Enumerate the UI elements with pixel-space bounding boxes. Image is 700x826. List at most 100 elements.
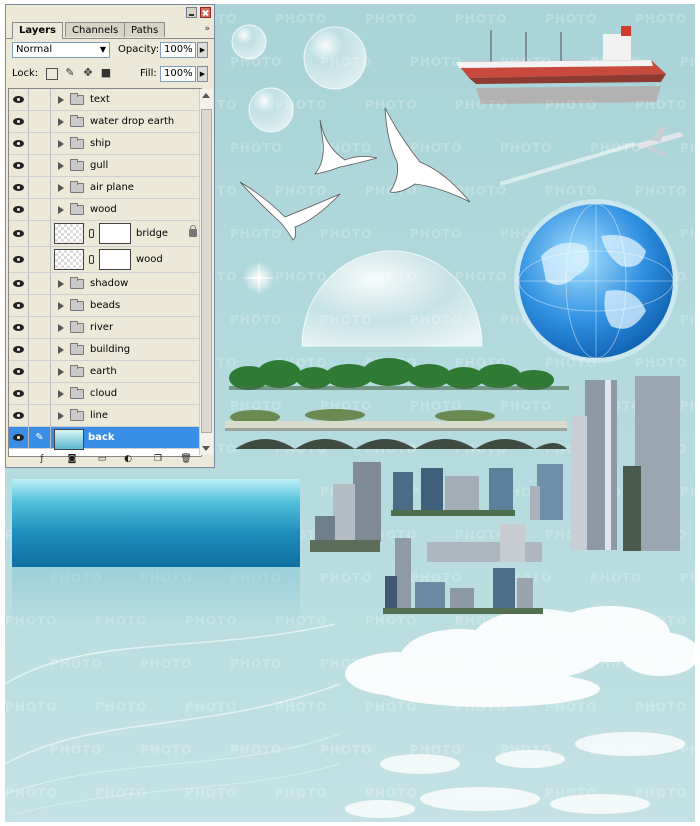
layer-row[interactable]: shadow <box>9 273 201 295</box>
layer-row[interactable]: wood <box>9 199 201 221</box>
opacity-slider-button[interactable]: ▶ <box>197 42 208 58</box>
visibility-eye-icon[interactable] <box>9 317 29 338</box>
visibility-eye-icon[interactable] <box>9 199 29 220</box>
layer-row[interactable]: river <box>9 317 201 339</box>
fx-icon[interactable]: ƒ <box>36 453 48 465</box>
lock-all-icon[interactable]: ■ <box>100 67 112 79</box>
visibility-eye-icon[interactable] <box>9 155 29 176</box>
layer-row[interactable]: ship <box>9 133 201 155</box>
layer-link-cell[interactable] <box>29 133 51 154</box>
expand-triangle-icon[interactable] <box>58 346 64 354</box>
scroll-thumb[interactable] <box>201 109 212 433</box>
layer-row[interactable]: ✎ back <box>9 427 201 450</box>
expand-triangle-icon[interactable] <box>58 162 64 170</box>
fill-input[interactable]: 100% <box>160 66 196 82</box>
minimize-icon[interactable] <box>186 7 197 18</box>
visibility-eye-icon[interactable] <box>9 339 29 360</box>
lock-move-icon[interactable]: ✥ <box>82 67 94 79</box>
visibility-eye-icon[interactable] <box>9 133 29 154</box>
layer-link-cell[interactable] <box>29 247 51 272</box>
layer-row[interactable]: wood <box>9 247 201 273</box>
visibility-eye-icon[interactable] <box>9 89 29 110</box>
close-icon[interactable] <box>200 7 211 18</box>
city-buildings <box>310 376 680 614</box>
layer-row[interactable]: cloud <box>9 383 201 405</box>
expand-triangle-icon[interactable] <box>58 280 64 288</box>
expand-triangle-icon[interactable] <box>58 412 64 420</box>
layer-row[interactable]: water drop earth <box>9 111 201 133</box>
tab-channels[interactable]: Channels <box>65 22 126 37</box>
layer-thumbnail[interactable] <box>54 429 84 450</box>
scroll-down-icon[interactable] <box>202 446 210 451</box>
layer-thumbnail[interactable] <box>54 223 84 244</box>
layer-link-cell[interactable] <box>29 177 51 198</box>
layer-link-cell[interactable] <box>29 273 51 294</box>
adjustment-icon[interactable]: ◐ <box>122 453 134 465</box>
layer-row[interactable]: building <box>9 339 201 361</box>
layer-link-cell[interactable] <box>29 199 51 220</box>
layer-link-cell[interactable] <box>29 221 51 246</box>
folder-icon[interactable]: ▭ <box>96 453 108 465</box>
scroll-up-icon[interactable] <box>202 93 210 98</box>
layer-row[interactable]: bridge <box>9 221 201 247</box>
layer-thumbnail[interactable] <box>54 249 84 270</box>
layer-link-cell[interactable] <box>29 155 51 176</box>
visibility-eye-icon[interactable] <box>9 273 29 294</box>
cargo-ship <box>456 26 666 104</box>
layer-link-cell[interactable] <box>29 295 51 316</box>
layer-link-cell[interactable] <box>29 383 51 404</box>
layer-row[interactable]: air plane <box>9 177 201 199</box>
layer-link-cell[interactable] <box>29 111 51 132</box>
expand-triangle-icon[interactable] <box>58 184 64 192</box>
expand-triangle-icon[interactable] <box>58 140 64 148</box>
expand-triangle-icon[interactable] <box>58 96 64 104</box>
tab-layers[interactable]: Layers <box>12 22 63 39</box>
watermark-text: PHOTO <box>680 55 695 69</box>
layer-mask-thumbnail[interactable] <box>99 249 131 270</box>
double-chevron-right-icon[interactable]: » <box>204 24 210 34</box>
panel-titlebar[interactable] <box>6 5 214 22</box>
mask-icon[interactable]: ◙ <box>66 453 78 465</box>
new-layer-icon[interactable]: ❐ <box>152 453 164 465</box>
visibility-eye-icon[interactable] <box>9 295 29 316</box>
brush-icon[interactable]: ✎ <box>29 427 51 448</box>
opacity-input[interactable]: 100% <box>160 42 196 58</box>
water-strip <box>12 479 300 567</box>
visibility-eye-icon[interactable] <box>9 427 29 448</box>
expand-triangle-icon[interactable] <box>58 324 64 332</box>
lock-transparent-icon[interactable] <box>46 68 58 80</box>
layer-row[interactable]: text <box>9 89 201 111</box>
layer-row[interactable]: beads <box>9 295 201 317</box>
expand-triangle-icon[interactable] <box>58 390 64 398</box>
layer-link-cell[interactable] <box>29 339 51 360</box>
layer-link-cell[interactable] <box>29 317 51 338</box>
chain-link-icon[interactable] <box>89 255 94 264</box>
expand-triangle-icon[interactable] <box>58 368 64 376</box>
chain-link-icon[interactable] <box>89 229 94 238</box>
layer-row[interactable]: earth <box>9 361 201 383</box>
layer-name: wood <box>90 204 117 215</box>
expand-triangle-icon[interactable] <box>58 206 64 214</box>
visibility-eye-icon[interactable] <box>9 405 29 426</box>
visibility-eye-icon[interactable] <box>9 221 29 246</box>
lock-brush-icon[interactable]: ✎ <box>64 67 76 79</box>
visibility-eye-icon[interactable] <box>9 247 29 272</box>
trash-icon[interactable]: 🗑 <box>180 453 192 465</box>
tab-paths[interactable]: Paths <box>124 22 166 37</box>
visibility-eye-icon[interactable] <box>9 111 29 132</box>
layers-panel: Layers Channels Paths » Normal ▼ Opacity… <box>5 4 215 468</box>
visibility-eye-icon[interactable] <box>9 177 29 198</box>
fill-slider-button[interactable]: ▶ <box>197 66 208 82</box>
visibility-eye-icon[interactable] <box>9 383 29 404</box>
layers-scrollbar[interactable] <box>199 89 213 455</box>
layer-row[interactable]: gull <box>9 155 201 177</box>
expand-triangle-icon[interactable] <box>58 118 64 126</box>
layer-link-cell[interactable] <box>29 361 51 382</box>
layer-mask-thumbnail[interactable] <box>99 223 131 244</box>
layer-row[interactable]: line <box>9 405 201 427</box>
layer-link-cell[interactable] <box>29 89 51 110</box>
expand-triangle-icon[interactable] <box>58 302 64 310</box>
visibility-eye-icon[interactable] <box>9 361 29 382</box>
blend-mode-select[interactable]: Normal ▼ <box>12 42 110 58</box>
layer-link-cell[interactable] <box>29 405 51 426</box>
